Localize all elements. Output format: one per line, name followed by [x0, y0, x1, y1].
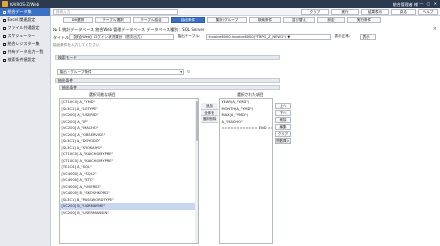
- clear-list-button[interactable]: クリア: [275, 131, 291, 137]
- sidebar-item-search-values[interactable]: 検索条件値設定: [0, 56, 50, 64]
- delete-button[interactable]: 削除: [275, 117, 291, 123]
- list-icon: [3, 42, 6, 46]
- sidebar-item-label: 検索条件値設定: [7, 57, 36, 62]
- tab-db-select[interactable]: DB選択: [63, 17, 93, 23]
- sidebar-item-label: ファイル共通設定: [7, 25, 40, 30]
- available-items-scrollbar[interactable]: [195, 99, 198, 243]
- edit-button[interactable]: 編集: [275, 124, 291, 130]
- search-icon: [3, 58, 6, 62]
- search-mode-section: 検索モード: [55, 55, 280, 60]
- tab-search-conditions[interactable]: 検索条件: [249, 17, 281, 23]
- transfer-buttons: 追加 全体を 選択削除: [201, 103, 218, 123]
- move-down-button[interactable]: 下へ: [275, 110, 291, 116]
- mode-select[interactable]: 抽出・グループ条件 ▾: [57, 69, 184, 75]
- mode-select-value: 抽出・グループ条件: [59, 70, 92, 74]
- list-item[interactable]: [VC200] B_"USERMANSIN": [60, 210, 198, 217]
- close-icon[interactable]: ×: [433, 26, 437, 32]
- table-label: 抽出テーブル：: [177, 34, 203, 38]
- sidebar-item-label: 共有データ出力一覧: [7, 49, 44, 54]
- sidebar-item-excel-settings[interactable]: Excel 関連設定: [0, 16, 50, 24]
- chevron-down-icon: ▾: [180, 70, 182, 74]
- tab-table-join[interactable]: テーブル結合: [133, 17, 169, 23]
- sidebar-item-shared-output[interactable]: 共有データ出力一覧: [0, 48, 50, 56]
- sidebar-item-data-collection[interactable]: 統合データ集: [0, 8, 50, 16]
- count-label: 表示正常：: [334, 34, 353, 38]
- hint-text: 抽出条件を入力してください: [53, 43, 100, 47]
- sidebar-item-label: 統合レジスター集: [7, 41, 40, 46]
- remove-button[interactable]: 選択削除: [201, 116, 218, 123]
- count-field[interactable]: 表示: [360, 34, 376, 40]
- toolbar: 検索入力 クリア 実行 結果表示 戻る ヘルプ: [51, 8, 440, 16]
- reload-icon[interactable]: ↻: [187, 69, 190, 74]
- move-up-button[interactable]: 上へ: [275, 103, 291, 109]
- breadcrumb: № 1 統計データベース 統合Web 管理データベース データベース種別：SQL…: [53, 27, 205, 32]
- back-button[interactable]: 戻る: [391, 9, 416, 15]
- tab-settings[interactable]: 設定: [317, 17, 345, 23]
- sidebar-item-file-settings[interactable]: ファイル共通設定: [0, 24, 50, 32]
- folder-icon: [3, 10, 6, 14]
- sidebar-item-scheduler[interactable]: スケジューラー: [0, 32, 50, 40]
- tab-bar: DB選択 テーブル選択 テーブル結合 抽出条件 集計/グループ 検索条件 並び替…: [51, 17, 440, 24]
- app-logo: [2, 1, 8, 7]
- window-controls-icon[interactable]: — ▢ ✕: [419, 1, 438, 6]
- conditions-section: 抽出条件: [55, 78, 280, 83]
- list-item[interactable]: ============ END =====: [220, 125, 273, 132]
- tab-conditions[interactable]: 抽出条件: [171, 17, 205, 23]
- table-select[interactable]: Invoice6000.Invoice6000("TRPO_Z_NEW1") ▼: [206, 34, 331, 40]
- sidebar-item-label: 統合データ集: [7, 9, 32, 14]
- share-icon: [3, 50, 6, 54]
- run-button[interactable]: 実行: [331, 9, 359, 15]
- title-bar: KAIROS-Z/Web 統合管理者 様 — ▢ ✕: [0, 0, 440, 8]
- selected-items-list[interactable]: YEAR(A_"YMD") MONTH(A_"YMD") MAX(A_"YMD") A…: [219, 98, 273, 244]
- app-title: KAIROS-Z/Web: [10, 1, 40, 7]
- user-name[interactable]: 統合管理者 様: [393, 2, 418, 8]
- clear-button[interactable]: クリア: [301, 9, 329, 15]
- main-content: 検索入力 クリア 実行 結果表示 戻る ヘルプ DB選択 テーブル選択 テーブル…: [51, 8, 440, 246]
- sidebar-item-label: スケジューラー: [7, 33, 36, 38]
- insert-function-button[interactable]: 関数挿入: [275, 138, 291, 144]
- file-icon: [3, 18, 6, 22]
- result-button[interactable]: 結果表示: [361, 9, 389, 15]
- available-items-list[interactable]: [CT10C0] A_"YMD" [SL3C1] A_"LOTYPE" [VC200…: [59, 98, 199, 244]
- tab-run-conditions[interactable]: 実行条件: [347, 17, 381, 23]
- tab-aggregate[interactable]: 集計/グループ: [207, 17, 247, 23]
- tab-sort[interactable]: 並び替え: [283, 17, 315, 23]
- sidebar-item-registers[interactable]: 統合レジスター集: [0, 40, 50, 48]
- sidebar: 統合データ集 Excel 関連設定 ファイル共通設定 スケジューラー 統合レジス…: [0, 8, 51, 246]
- title-field[interactable]: 【統合Web】ログイン状況集計（週次出力）: [69, 34, 174, 40]
- search-input[interactable]: 検索入力: [53, 9, 178, 15]
- file-icon: [3, 26, 6, 30]
- help-button[interactable]: ヘルプ: [418, 9, 438, 15]
- clock-icon: [3, 34, 6, 38]
- sub-conditions-section: 抽出条件: [59, 85, 280, 90]
- sidebar-item-label: Excel 関連設定: [7, 17, 36, 22]
- tab-table-select[interactable]: テーブル選択: [95, 17, 131, 23]
